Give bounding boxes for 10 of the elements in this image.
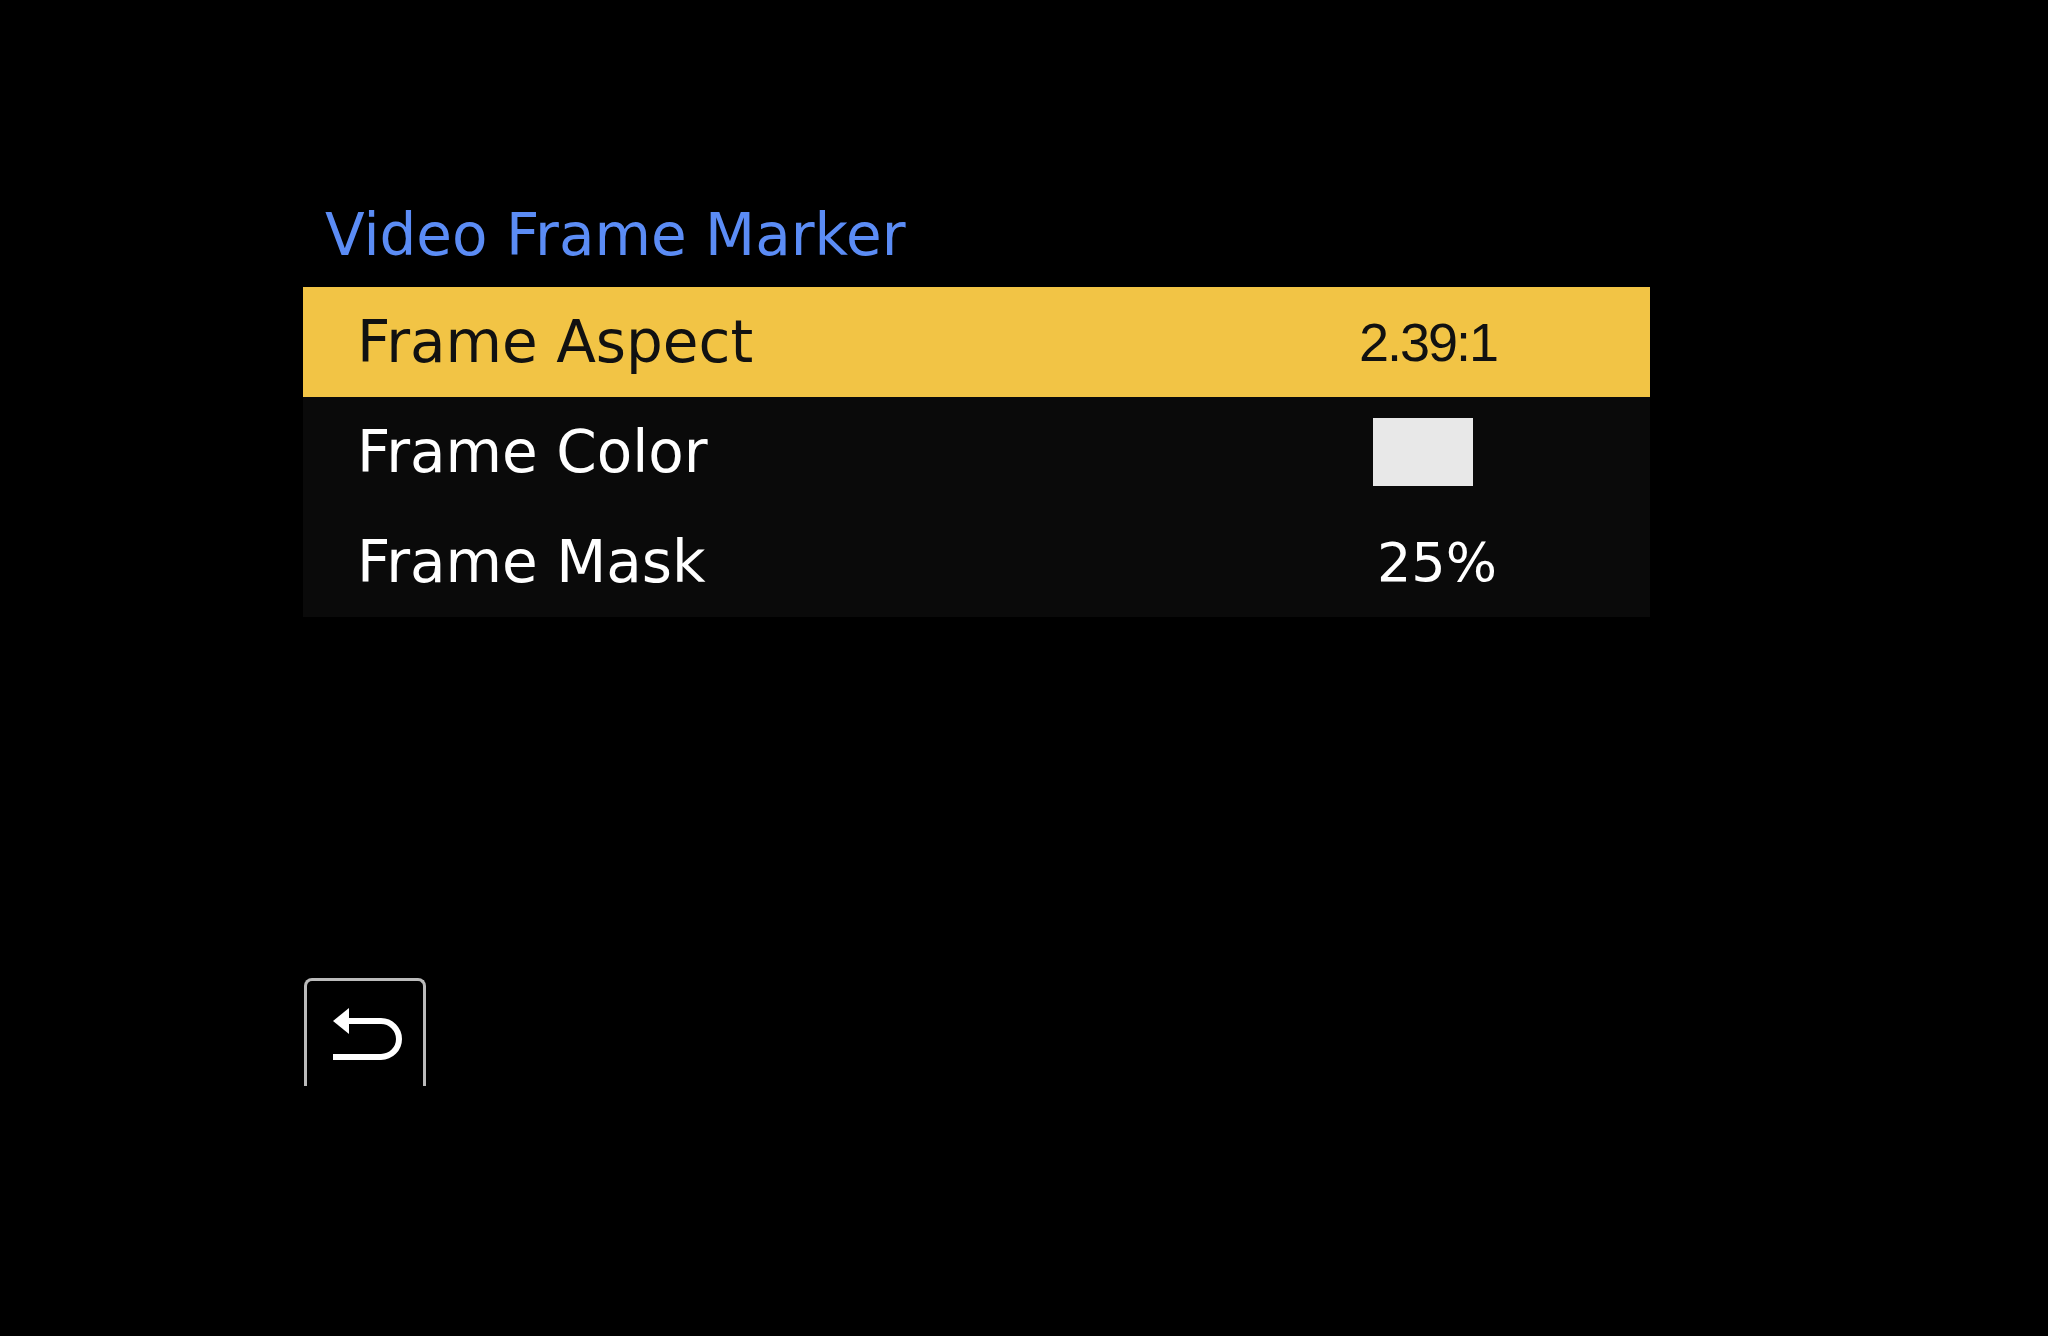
row-label: Frame Mask: [357, 526, 707, 598]
menu-row[interactable]: Frame Color: [303, 397, 1650, 507]
row-value: 25%: [1377, 529, 1498, 596]
menu-row[interactable]: Frame Aspect 2.39:1: [303, 287, 1650, 397]
row-label: Frame Color: [357, 416, 709, 488]
back-button[interactable]: [304, 978, 426, 1086]
menu-row[interactable]: Frame Mask 25%: [303, 507, 1650, 617]
menu-title: Video Frame Marker: [325, 200, 906, 270]
row-label: Frame Aspect: [357, 306, 755, 378]
row-value: 2.39:1: [1359, 310, 1498, 374]
